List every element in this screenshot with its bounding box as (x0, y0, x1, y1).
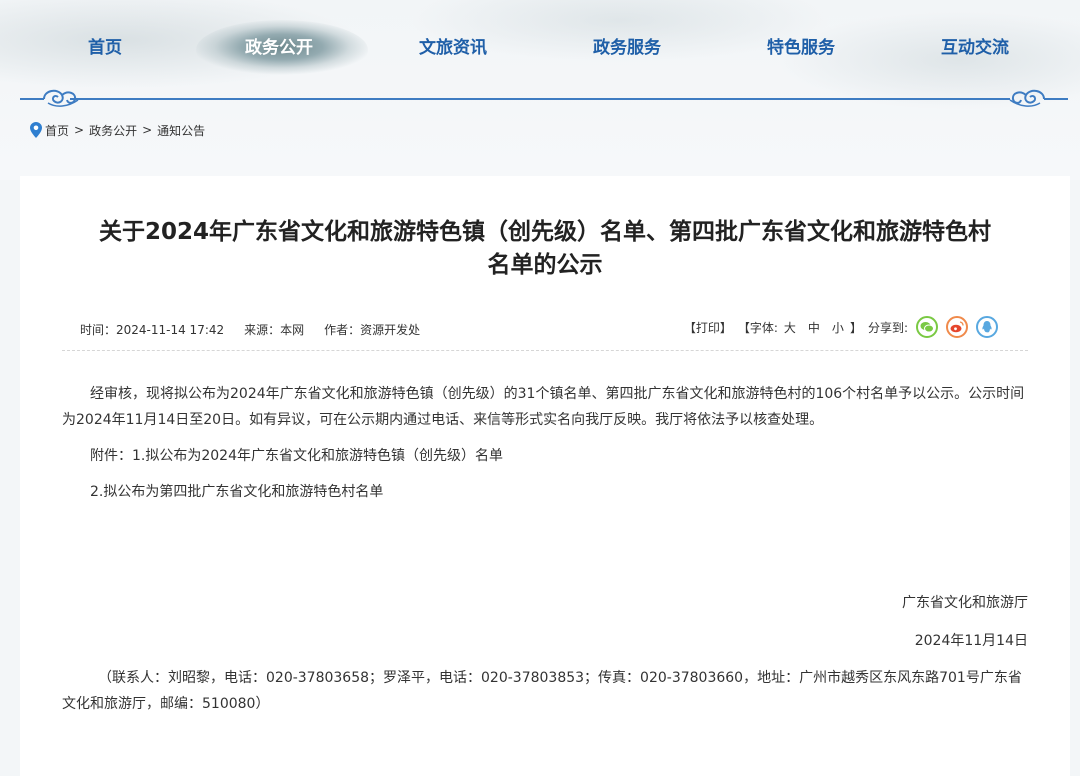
publish-time: 时间：2024-11-14 17:42 (80, 323, 225, 337)
breadcrumb-home[interactable]: 首页 (45, 122, 69, 139)
qq-share-icon[interactable] (976, 316, 998, 338)
article-title-line2: 名单的公示 (487, 252, 603, 278)
article-paragraph: 经审核，现将拟公布为2024年广东省文化和旅游特色镇（创先级）的31个镇名单、第… (62, 386, 1025, 428)
meta-divider (62, 350, 1028, 351)
article-date: 2024年11月14日 (914, 633, 1028, 649)
nav-item-featured-services[interactable]: 特色服务 (714, 26, 888, 70)
share-label: 分享到: (867, 320, 908, 335)
nav-item-government-affairs[interactable]: 政务公开 (192, 20, 368, 80)
breadcrumb-government-affairs[interactable]: 政务公开 (89, 122, 137, 139)
wechat-share-icon[interactable] (916, 316, 938, 338)
cloud-ornament-left-icon (20, 89, 79, 107)
nav-item-interaction[interactable]: 互动交流 (888, 26, 1062, 70)
article-card: 关于2024年广东省文化和旅游特色镇（创先级）名单、第四批广东省文化和旅游特色村… (20, 176, 1070, 776)
font-large-button[interactable]: 大 (784, 319, 796, 336)
article-title: 关于2024年广东省文化和旅游特色镇（创先级）名单、第四批广东省文化和旅游特色村… (20, 216, 1070, 282)
article-body: 经审核，现将拟公布为2024年广东省文化和旅游特色镇（创先级）的31个镇名单、第… (62, 381, 1028, 505)
font-medium-button[interactable]: 中 (808, 319, 820, 336)
article-author: 作者：资源开发处 (324, 323, 421, 337)
weibo-share-icon[interactable] (946, 316, 968, 338)
location-pin-icon (30, 122, 42, 138)
attachment-2-link[interactable]: 2.拟公布为第四批广东省文化和旅游特色村名单 (62, 479, 1028, 505)
cloud-ornament-right-icon (1009, 89, 1068, 107)
main-nav: 首页 政务公开 文旅资讯 政务服务 特色服务 互动交流 (18, 20, 1062, 80)
nav-item-government-services[interactable]: 政务服务 (540, 26, 714, 70)
breadcrumb: 首页 > 政务公开 > 通知公告 (30, 121, 205, 139)
nav-item-home[interactable]: 首页 (18, 26, 192, 70)
breadcrumb-notices[interactable]: 通知公告 (157, 122, 205, 139)
article-signature: 广东省文化和旅游厅 (902, 595, 1028, 611)
font-size-close: 】 (849, 320, 862, 335)
font-size-label: 【字体: (737, 320, 778, 335)
article-title-line1: 关于2024年广东省文化和旅游特色镇（创先级）名单、第四批广东省文化和旅游特色村 (98, 219, 991, 245)
breadcrumb-separator: > (74, 123, 85, 137)
nav-item-culture-tourism-news[interactable]: 文旅资讯 (366, 26, 540, 70)
breadcrumb-separator: > (142, 123, 153, 137)
print-button[interactable]: 【打印】 (684, 319, 732, 336)
attachment-1-link[interactable]: 附件：1.拟公布为2024年广东省文化和旅游特色镇（创先级）名单 (62, 443, 1028, 469)
article-meta: 时间：2024-11-14 17:42 来源：本网 作者：资源开发处 (80, 321, 440, 338)
contact-info: （联系人：刘昭黎，电话：020-37803658；罗泽平，电话：020-3780… (62, 670, 1022, 712)
article-tools: 【打印】 【字体: 大 中 小 】 分享到: (684, 316, 998, 338)
font-small-button[interactable]: 小 (832, 319, 844, 336)
article-source: 来源：本网 (244, 323, 305, 337)
nav-divider (70, 98, 1010, 100)
